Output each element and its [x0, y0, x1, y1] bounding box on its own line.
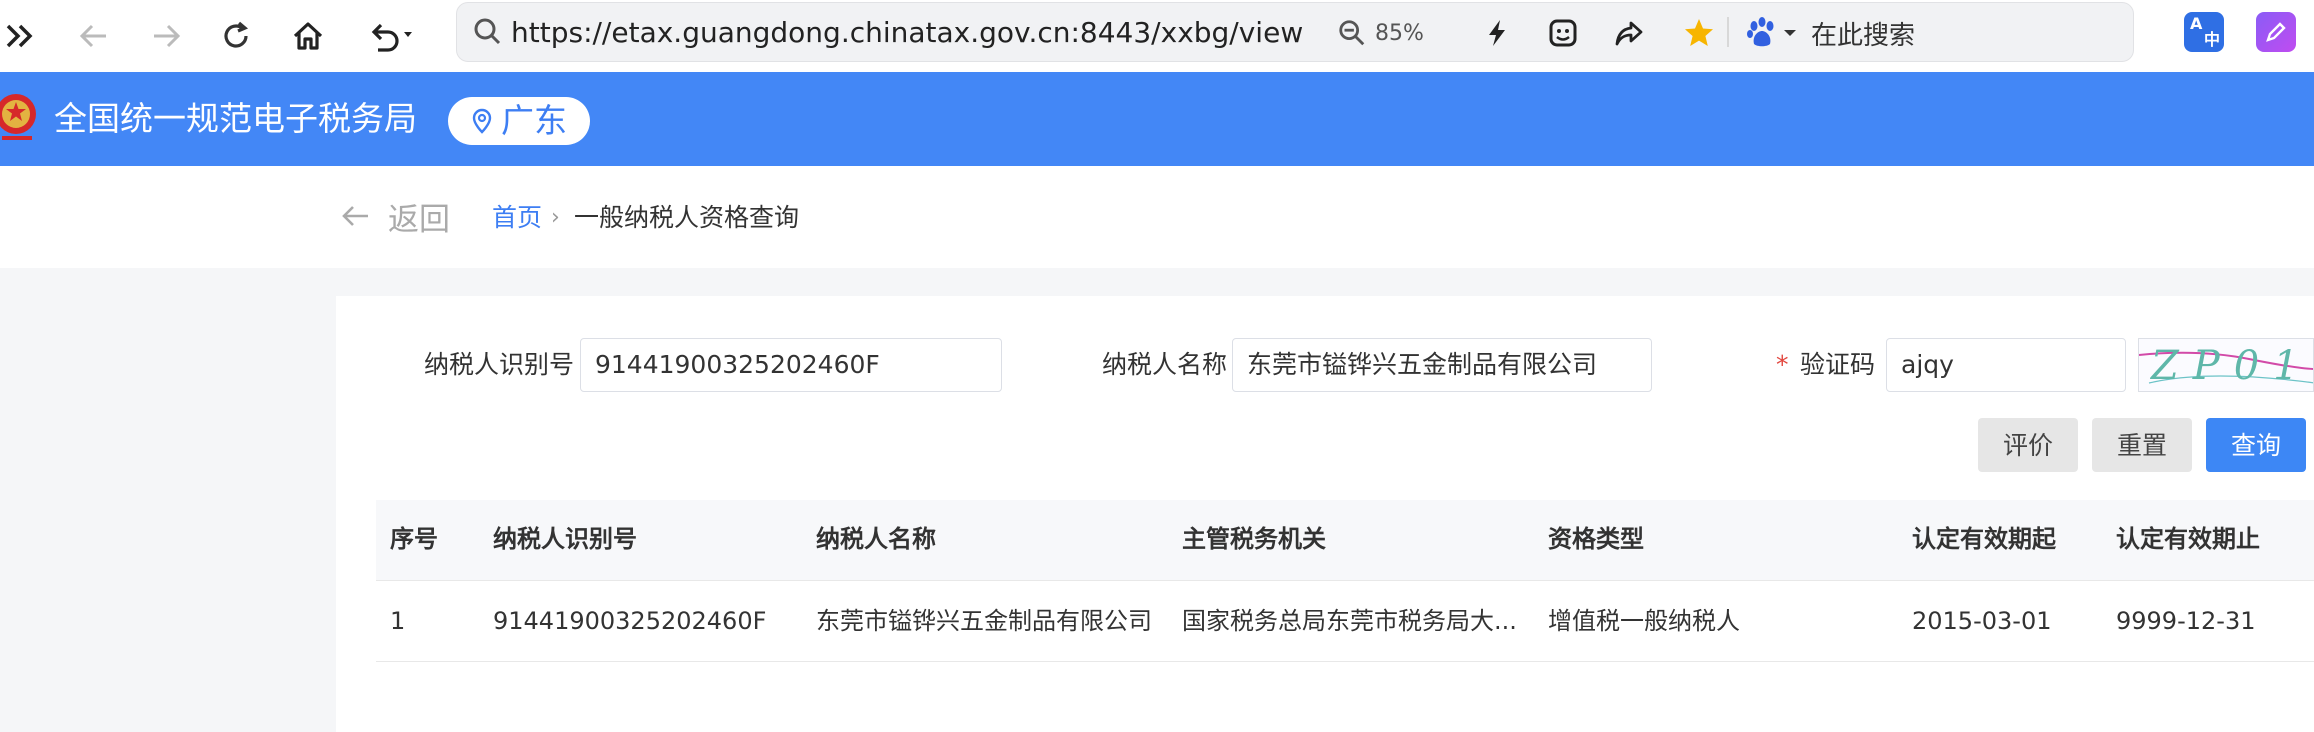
- cell-taxpayer-id: 91441900325202460F: [493, 607, 767, 635]
- table-row[interactable]: 1 91441900325202460F 东莞市镒铧兴五金制品有限公司 国家税务…: [376, 581, 2314, 662]
- column-header-valid-from: 认定有效期起: [1912, 525, 2056, 553]
- table-header-row: 序号 纳税人识别号 纳税人名称 主管税务机关 资格类型 认定有效期起 认定有效期…: [376, 500, 2314, 581]
- region-label: 广东: [501, 101, 567, 140]
- captcha-text: ZP01: [2151, 343, 2313, 389]
- emoji-face-icon[interactable]: [1543, 13, 1583, 53]
- back-label: 返回: [388, 201, 450, 238]
- breadcrumb-separator: ›: [551, 205, 560, 230]
- taxpayer-id-label: 纳税人识别号: [424, 350, 575, 379]
- baidu-paw-icon: [1747, 17, 1774, 47]
- site-title[interactable]: 全国统一规范电子税务局: [54, 96, 417, 142]
- taxpayer-id-input[interactable]: 91441900325202460F: [580, 338, 1002, 392]
- location-pin-icon: [472, 108, 492, 134]
- site-header: 全国统一规范电子税务局 广东: [0, 72, 2314, 166]
- pen-extension-icon[interactable]: [2256, 12, 2296, 52]
- search-icon: [474, 18, 501, 45]
- column-header-taxpayer-id: 纳税人识别号: [493, 525, 637, 553]
- column-header-tax-authority: 主管税务机关: [1182, 525, 1326, 553]
- evaluate-button[interactable]: 评价: [1978, 418, 2078, 472]
- cell-taxpayer-name: 东莞市镒铧兴五金制品有限公司: [816, 607, 1152, 635]
- back-arrow-icon[interactable]: [66, 8, 122, 64]
- taxpayer-name-input[interactable]: 东莞市镒铧兴五金制品有限公司: [1232, 338, 1652, 392]
- breadcrumb-current: 一般纳税人资格查询: [574, 203, 800, 232]
- star-bookmark-icon[interactable]: [1679, 13, 1719, 53]
- browser-toolbar: https://etax.guangdong.chinatax.gov.cn:8…: [0, 0, 2314, 73]
- zoom-level: 85%: [1375, 20, 1424, 46]
- cell-valid-to: 9999-12-31: [2116, 607, 2256, 635]
- url-text[interactable]: https://etax.guangdong.chinatax.gov.cn:8…: [511, 15, 1721, 51]
- query-button[interactable]: 查询: [2206, 418, 2306, 472]
- reset-button[interactable]: 重置: [2092, 418, 2192, 472]
- undo-history-icon[interactable]: [356, 8, 426, 64]
- captcha-image[interactable]: ZP01: [2138, 338, 2314, 392]
- search-placeholder[interactable]: 在此搜索: [1811, 15, 1915, 52]
- zoom-indicator[interactable]: 85%: [1337, 13, 1424, 53]
- address-divider: [1727, 17, 1729, 47]
- column-header-taxpayer-name: 纳税人名称: [816, 525, 936, 553]
- captcha-input[interactable]: ajqy: [1886, 338, 2126, 392]
- chevron-down-icon: [1784, 30, 1796, 36]
- taxpayer-name-label: 纳税人名称: [1102, 350, 1228, 379]
- cell-valid-from: 2015-03-01: [1912, 607, 2052, 635]
- column-header-index: 序号: [390, 525, 438, 553]
- national-emblem-icon: [0, 94, 36, 140]
- share-icon[interactable]: [1609, 13, 1649, 53]
- home-icon[interactable]: [280, 8, 336, 64]
- translate-extension-icon[interactable]: A 中: [2184, 12, 2224, 52]
- captcha-label: 验证码: [1800, 350, 1876, 379]
- cell-index: 1: [390, 607, 406, 635]
- address-bar[interactable]: https://etax.guangdong.chinatax.gov.cn:8…: [456, 2, 2134, 62]
- breadcrumb-home[interactable]: 首页: [492, 201, 542, 235]
- search-engine-selector[interactable]: 在此搜索: [1745, 13, 1915, 53]
- reload-icon[interactable]: [208, 8, 264, 64]
- column-header-qualification-type: 资格类型: [1548, 525, 1644, 553]
- zoom-out-icon: [1339, 20, 1365, 46]
- required-mark: *: [1776, 350, 1789, 379]
- double-chevron-right-icon[interactable]: [0, 8, 50, 64]
- lightning-icon[interactable]: [1477, 13, 1517, 53]
- region-selector[interactable]: 广东: [448, 97, 590, 145]
- query-card: 纳税人识别号 91441900325202460F 纳税人名称 东莞市镒铧兴五金…: [336, 296, 2314, 732]
- back-link[interactable]: 返回: [340, 196, 450, 238]
- column-header-valid-to: 认定有效期止: [2116, 525, 2260, 553]
- breadcrumb-bar: 返回 首页 › 一般纳税人资格查询: [0, 166, 2314, 268]
- cell-tax-authority: 国家税务总局东莞市税务局大...: [1182, 607, 1517, 635]
- forward-arrow-icon[interactable]: [138, 8, 194, 64]
- cell-qualification-type: 增值税一般纳税人: [1548, 607, 1740, 635]
- back-arrow-icon: [342, 206, 368, 226]
